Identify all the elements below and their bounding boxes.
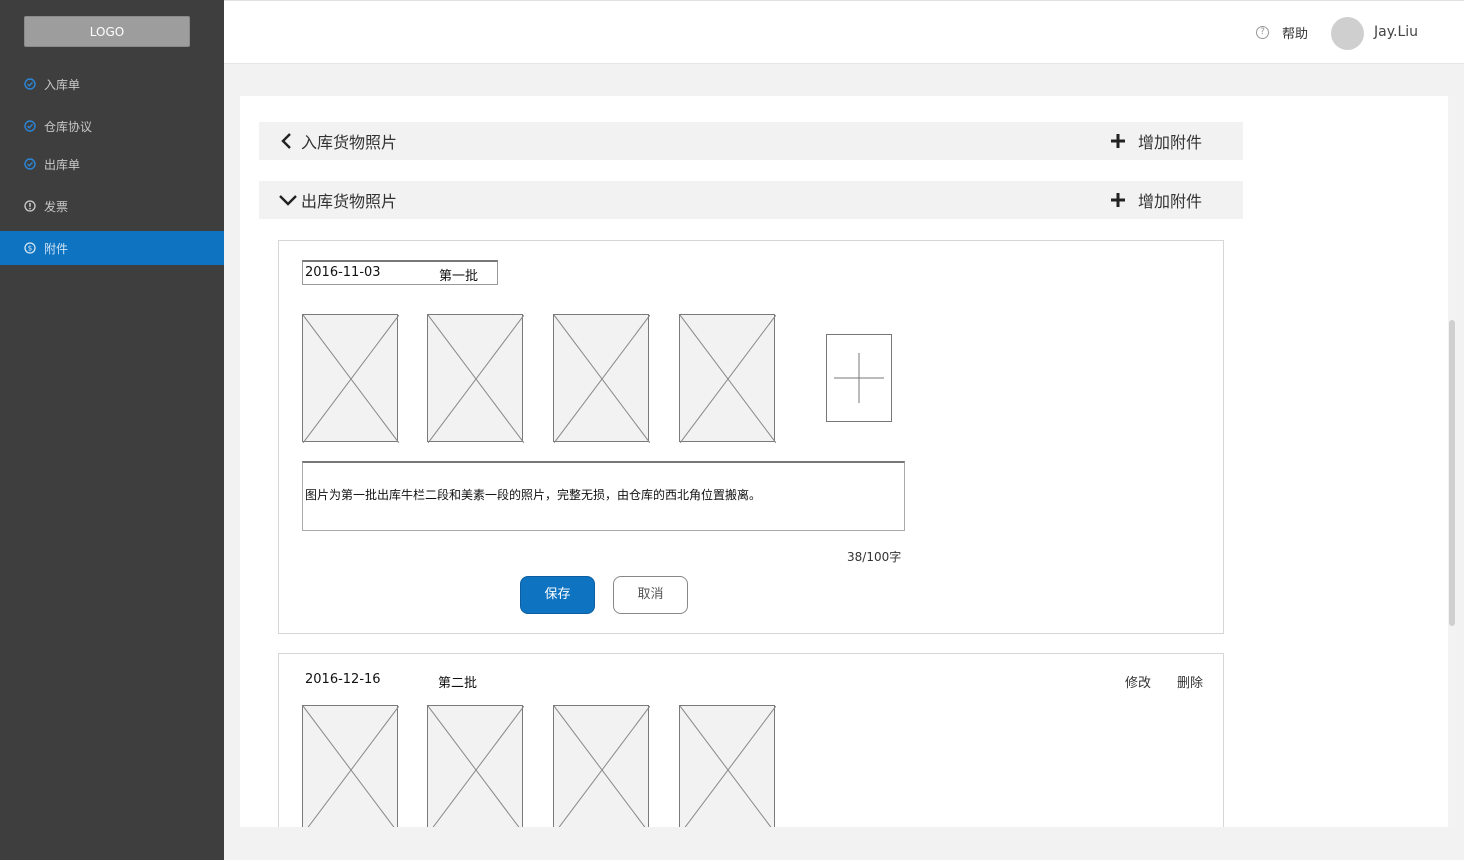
sidebar-item-outbound-order[interactable]: 出库单	[0, 147, 224, 181]
edit-button[interactable]: 修改	[1125, 672, 1151, 691]
batch-card-editing: 2016-11-03 第一批 图片为第一批出库牛栏二段和美素一段的照片，完整无损…	[278, 240, 1224, 634]
dollar-circle-icon: $	[24, 242, 36, 254]
sidebar-item-label: 入库单	[44, 77, 81, 92]
image-placeholder-icon	[680, 315, 776, 443]
sidebar-item-label: 附件	[44, 241, 69, 256]
image-placeholder-icon	[428, 315, 524, 443]
sidebar-item-label: 仓库协议	[44, 119, 93, 134]
delete-button[interactable]: 删除	[1177, 672, 1203, 691]
check-circle-icon	[24, 158, 36, 170]
description-textarea[interactable]: 图片为第一批出库牛栏二段和美素一段的照片，完整无损，由仓库的西北角位置搬离。	[302, 461, 905, 531]
top-header: ? 帮助 Jay.Liu	[224, 0, 1464, 64]
image-placeholder-icon	[680, 706, 776, 827]
sidebar-item-label: 发票	[44, 199, 69, 214]
batch-title-input[interactable]: 2016-11-03 第一批	[302, 260, 498, 285]
info-circle-icon	[24, 200, 36, 212]
image-placeholder-icon	[554, 706, 650, 827]
question-circle-icon: ?	[1256, 26, 1269, 39]
section-title: 入库货物照片	[301, 133, 398, 152]
batch-date: 2016-12-16	[305, 672, 381, 687]
photo-thumbnail[interactable]	[302, 705, 399, 827]
photo-thumbnail[interactable]	[679, 705, 776, 827]
image-placeholder-icon	[428, 706, 524, 827]
help-link[interactable]: ? 帮助	[1256, 23, 1308, 42]
chevron-left-icon[interactable]	[277, 130, 299, 152]
photo-thumbnail[interactable]	[553, 705, 650, 827]
username[interactable]: Jay.Liu	[1374, 24, 1418, 40]
save-button[interactable]: 保存	[520, 576, 595, 614]
sidebar-item-warehouse-agreement[interactable]: 仓库协议	[0, 109, 224, 143]
help-label: 帮助	[1282, 27, 1309, 42]
check-circle-icon	[24, 120, 36, 132]
batch-date: 2016-11-03	[305, 265, 381, 280]
section-title: 出库货物照片	[301, 192, 398, 211]
plus-icon	[1111, 193, 1125, 207]
photo-thumbnail[interactable]	[553, 314, 650, 443]
photo-thumbnail[interactable]	[302, 314, 399, 443]
add-attachment-label: 增加附件	[1138, 192, 1203, 211]
char-counter: 38/100字	[847, 550, 902, 564]
batch-card-saved: 2016-12-16 第二批 修改 删除	[278, 653, 1224, 827]
chevron-down-icon[interactable]	[277, 189, 299, 211]
sidebar-item-attachments[interactable]: $ 附件	[0, 231, 224, 265]
sidebar: LOGO 入库单 仓库协议 出库单 发票 $ 附件	[0, 0, 224, 860]
photo-thumbnail[interactable]	[679, 314, 776, 443]
batch-name: 第二批	[438, 676, 478, 691]
image-placeholder-icon	[303, 315, 399, 443]
logo: LOGO	[24, 16, 190, 47]
add-attachment-button[interactable]: 增加附件	[1111, 181, 1202, 219]
section-outbound-photos[interactable]: 出库货物照片 增加附件	[259, 181, 1243, 219]
photo-thumbnail[interactable]	[427, 705, 524, 827]
plus-icon	[834, 353, 884, 403]
photo-thumbnail[interactable]	[427, 314, 524, 443]
image-placeholder-icon	[554, 315, 650, 443]
avatar[interactable]	[1331, 17, 1364, 50]
svg-text:$: $	[28, 245, 32, 253]
cancel-button[interactable]: 取消	[613, 576, 688, 614]
main-panel: 入库货物照片 增加附件 出库货物照片 增加附件 2016-11-03 第一批 图…	[240, 96, 1448, 827]
sidebar-item-invoice[interactable]: 发票	[0, 189, 224, 223]
image-placeholder-icon	[303, 706, 399, 827]
section-inbound-photos[interactable]: 入库货物照片 增加附件	[259, 122, 1243, 160]
sidebar-item-label: 出库单	[44, 157, 81, 172]
add-attachment-label: 增加附件	[1138, 133, 1203, 152]
plus-icon	[1111, 134, 1125, 148]
batch-name: 第一批	[439, 269, 479, 284]
scrollbar-thumb[interactable]	[1449, 320, 1455, 626]
add-photo-button[interactable]	[826, 334, 892, 422]
check-circle-icon	[24, 78, 36, 90]
add-attachment-button[interactable]: 增加附件	[1111, 122, 1202, 160]
sidebar-item-inbound-order[interactable]: 入库单	[0, 67, 224, 101]
